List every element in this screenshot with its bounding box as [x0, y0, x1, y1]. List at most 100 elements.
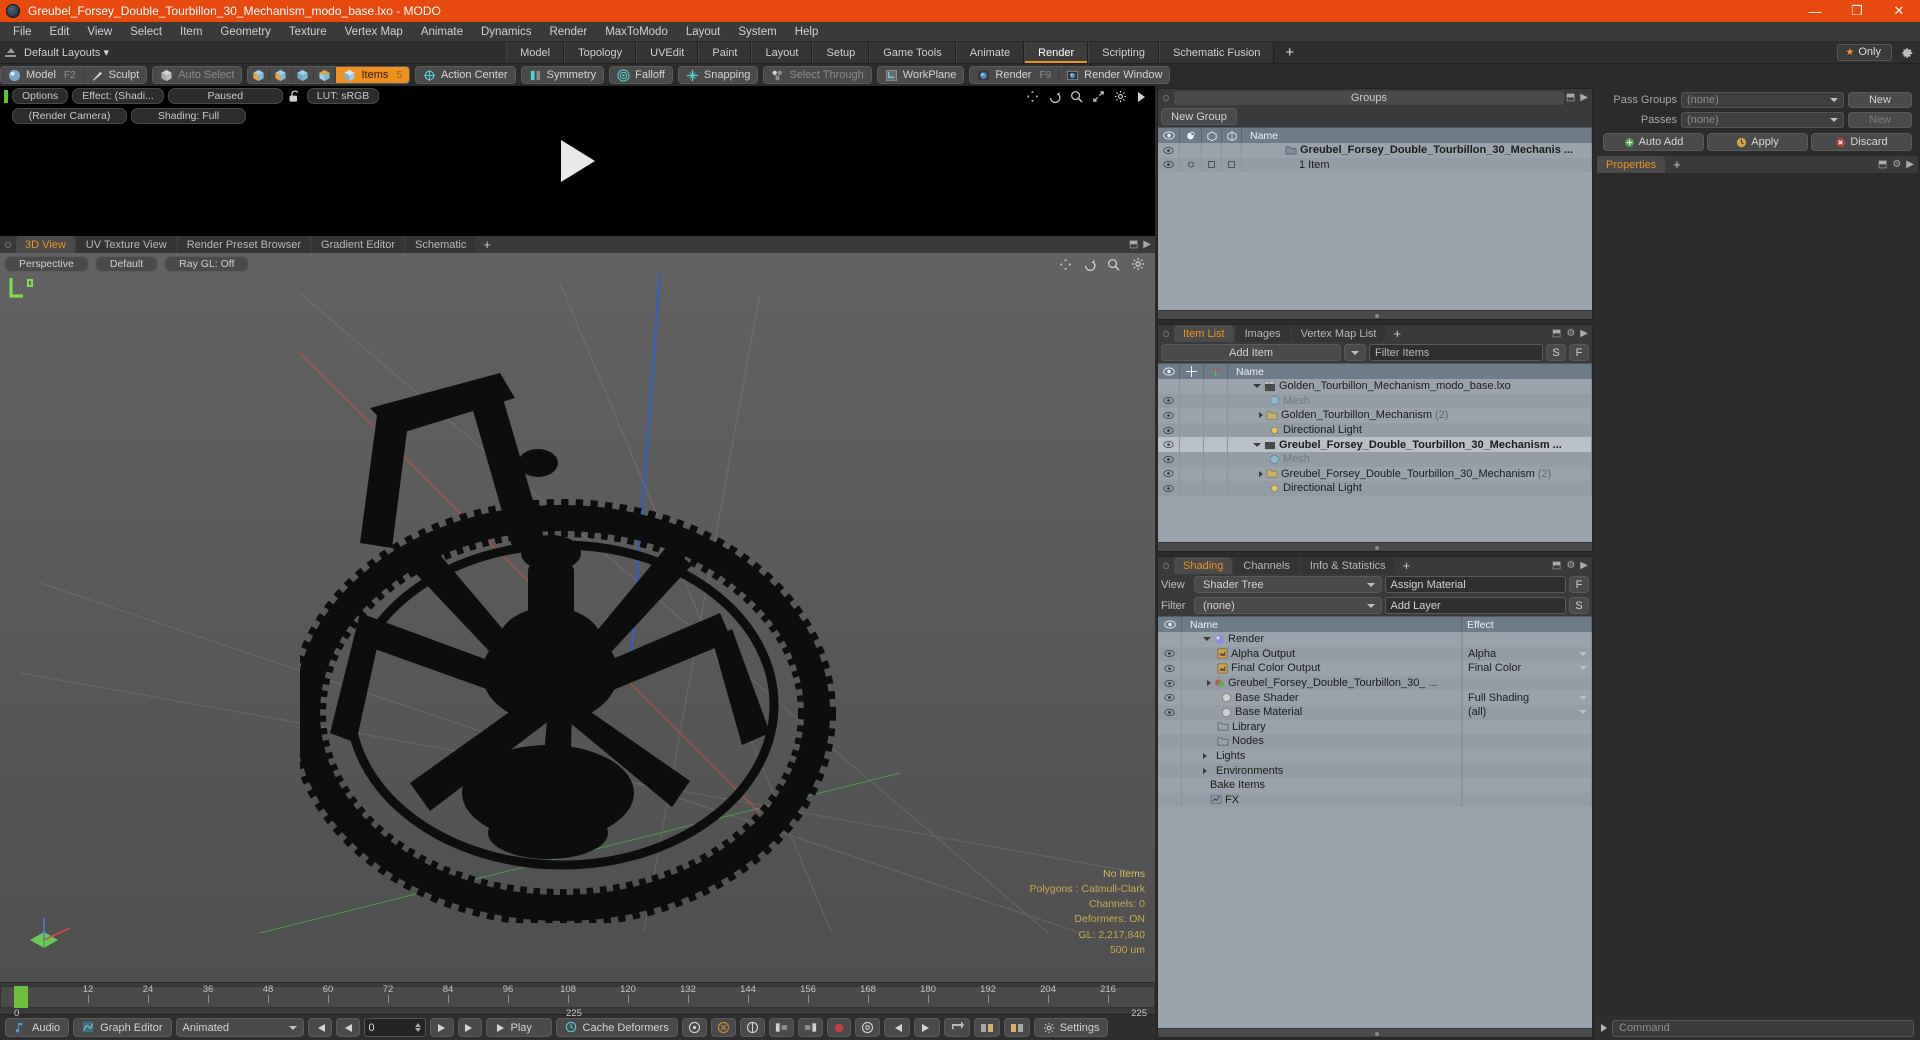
- shader-name-cell[interactable]: Base Shader: [1182, 690, 1462, 705]
- play-button[interactable]: Play: [485, 1018, 552, 1037]
- menu-edit[interactable]: Edit: [41, 22, 79, 42]
- row-eye-toggle[interactable]: [1158, 675, 1182, 691]
- render-window-button[interactable]: Render Window: [1059, 67, 1170, 83]
- preview-shading-dropdown[interactable]: Shading: Full: [131, 108, 246, 124]
- action-center-button[interactable]: Action Center: [415, 67, 515, 83]
- minimize-button[interactable]: —: [1794, 0, 1836, 22]
- pan-icon[interactable]: [1026, 90, 1039, 103]
- animated-dropdown[interactable]: Animated: [175, 1018, 304, 1037]
- preview-paused-button[interactable]: Paused: [167, 88, 283, 104]
- row-eye-toggle[interactable]: [1158, 661, 1182, 676]
- new-group-button[interactable]: New Group: [1161, 108, 1237, 125]
- filter-items-input[interactable]: Filter Items: [1369, 344, 1543, 361]
- preview-camera-dropdown[interactable]: (Render Camera): [12, 108, 127, 124]
- table-row[interactable]: Nodes: [1158, 734, 1592, 749]
- panel-menu-dot[interactable]: [5, 241, 11, 248]
- table-row[interactable]: Lights: [1158, 748, 1592, 764]
- shading-hscrollbar[interactable]: [1158, 1028, 1592, 1037]
- item-name-cell[interactable]: Directional Light: [1228, 481, 1592, 496]
- shader-name-cell[interactable]: Nodes: [1182, 734, 1462, 749]
- discard-button[interactable]: Discard: [1811, 133, 1912, 151]
- fit-icon[interactable]: [1092, 90, 1105, 103]
- gear-icon[interactable]: [1114, 90, 1127, 103]
- panel-menu-icon[interactable]: ▶: [1580, 92, 1588, 103]
- layout-tab-model[interactable]: Model: [506, 42, 565, 63]
- row-eye-toggle[interactable]: [1158, 466, 1180, 482]
- shader-name-cell[interactable]: Environments: [1182, 763, 1462, 778]
- zoom-icon[interactable]: [1070, 90, 1083, 103]
- select-through-button[interactable]: Select Through: [764, 67, 871, 83]
- key-delete-button[interactable]: [710, 1018, 736, 1037]
- apply-button[interactable]: Apply: [1707, 133, 1808, 151]
- expander-icon[interactable]: [1253, 442, 1261, 447]
- add-properties-tab-button[interactable]: +: [1667, 156, 1687, 173]
- panel-menu-dot[interactable]: [1163, 94, 1169, 101]
- onion-skin-button[interactable]: [1003, 1018, 1030, 1037]
- item-name-cell[interactable]: Greubel_Forsey_Double_Tourbillon_30_Mech…: [1228, 437, 1592, 452]
- table-row[interactable]: Environments: [1158, 763, 1592, 778]
- item-name-cell[interactable]: Golden_Tourbillon_Mechanism_modo_base.lx…: [1228, 379, 1592, 394]
- table-row[interactable]: Library: [1158, 719, 1592, 735]
- table-row[interactable]: Greubel_Forsey_Double_Tourbillon_30_Mech…: [1158, 437, 1592, 452]
- table-row[interactable]: Bake Items: [1158, 777, 1592, 793]
- layout-tab-uvedit[interactable]: UVEdit: [636, 42, 699, 63]
- range-start-button[interactable]: [768, 1018, 794, 1037]
- row-shade-toggle[interactable]: [1222, 157, 1242, 173]
- filter-s-button[interactable]: S: [1546, 344, 1566, 361]
- tab-item-list[interactable]: Item List: [1174, 325, 1234, 342]
- row-eye-toggle[interactable]: [1158, 646, 1182, 662]
- passes-dropdown[interactable]: (none): [1681, 112, 1844, 128]
- shader-effect-cell[interactable]: Alpha: [1462, 646, 1592, 662]
- row-eye-toggle[interactable]: [1158, 422, 1180, 438]
- audio-button[interactable]: Audio: [5, 1018, 70, 1037]
- tab-render-preset-browser[interactable]: Render Preset Browser: [177, 236, 311, 253]
- preview-play-overlay-icon[interactable]: [560, 140, 595, 182]
- layout-tab-topology[interactable]: Topology: [564, 42, 637, 63]
- panel-menu-icon[interactable]: ▶: [1143, 239, 1151, 250]
- table-row[interactable]: Golden_Tourbillon_Mechanism (2): [1158, 408, 1592, 423]
- menu-texture[interactable]: Texture: [280, 22, 336, 42]
- item-name-cell[interactable]: Greubel_Forsey_Double_Tourbillon_30_Mech…: [1228, 466, 1592, 482]
- current-frame-field[interactable]: 0: [363, 1018, 426, 1037]
- key-channels-button[interactable]: [739, 1018, 765, 1037]
- command-input[interactable]: Command: [1612, 1019, 1914, 1037]
- row-eye-toggle[interactable]: [1158, 704, 1182, 720]
- go-to-end-button[interactable]: [457, 1018, 482, 1037]
- row-eye-toggle[interactable]: [1158, 393, 1180, 409]
- tab-3d-view[interactable]: 3D View: [16, 236, 75, 253]
- expander-icon[interactable]: [1203, 637, 1211, 642]
- shader-name-cell[interactable]: Final Color Output: [1182, 661, 1462, 676]
- tourbillon-mechanism-model[interactable]: [300, 313, 900, 923]
- layout-tab-animate[interactable]: Animate: [955, 42, 1025, 63]
- table-row[interactable]: Greubel_Forsey_Double_Tourbillon_30_Mech…: [1158, 466, 1592, 482]
- default-layouts-control[interactable]: Default Layouts ▾: [0, 42, 240, 63]
- table-row[interactable]: Base Material (all): [1158, 704, 1592, 720]
- settings-gear-icon[interactable]: [1900, 46, 1914, 60]
- menu-maxtomodo[interactable]: MaxToModo: [596, 22, 677, 42]
- tab-channels[interactable]: Channels: [1234, 557, 1299, 574]
- menu-vertex-map[interactable]: Vertex Map: [336, 22, 412, 42]
- row-shape-toggle[interactable]: [1202, 157, 1222, 173]
- loop-button[interactable]: [943, 1018, 970, 1037]
- maximize-panel-icon[interactable]: ⬒: [1552, 328, 1561, 339]
- expander-icon[interactable]: [1259, 470, 1263, 477]
- items-mode-button[interactable]: Items 5: [336, 67, 409, 83]
- tab-vertex-map-list[interactable]: Vertex Map List: [1291, 325, 1386, 342]
- polygon-mode-button[interactable]: [292, 67, 315, 83]
- maximize-panel-icon[interactable]: ⬒: [1552, 560, 1561, 571]
- expander-icon[interactable]: [1253, 384, 1261, 389]
- menu-item[interactable]: Item: [171, 22, 211, 42]
- sculpt-mode-button[interactable]: Sculpt: [83, 67, 147, 83]
- graph-editor-button[interactable]: Graph Editor: [73, 1018, 172, 1037]
- add-shading-tab-button[interactable]: +: [1397, 557, 1417, 574]
- frame-spinner[interactable]: [414, 1023, 421, 1032]
- auto-add-button[interactable]: Auto Add: [1603, 133, 1704, 151]
- row-eye-toggle[interactable]: [1158, 143, 1180, 158]
- new-pass-group-button[interactable]: New: [1848, 92, 1912, 108]
- shader-view-dropdown[interactable]: Shader Tree: [1194, 576, 1382, 593]
- step-forward-button[interactable]: [429, 1018, 454, 1037]
- shader-name-cell[interactable]: FX: [1182, 792, 1462, 808]
- table-row[interactable]: Greubel_Forsey_Double_Tourbillon_30_ ...: [1158, 675, 1592, 691]
- panel-menu-dot[interactable]: [1163, 330, 1169, 337]
- workplane-button[interactable]: WorkPlane: [877, 67, 964, 83]
